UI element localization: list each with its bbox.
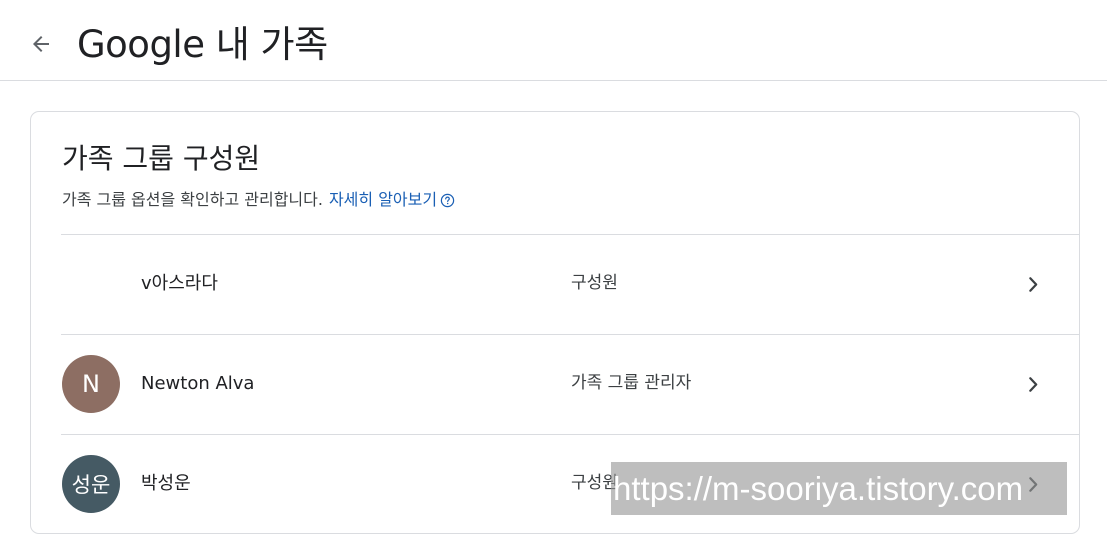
chevron-right-icon <box>1021 373 1045 397</box>
back-button[interactable] <box>24 29 58 63</box>
member-row-asrada[interactable]: v아스라다 구성원 <box>61 234 1079 334</box>
description-text: 가족 그룹 옵션을 확인하고 관리합니다. <box>62 190 323 209</box>
member-row-newton-alva[interactable]: N Newton Alva 가족 그룹 관리자 <box>61 334 1079 434</box>
arrow-left-icon <box>29 32 53 60</box>
card-title: 가족 그룹 구성원 <box>62 142 261 175</box>
app-header: Google 내 가족 <box>0 0 1107 81</box>
member-name: 박성운 <box>141 473 191 494</box>
learn-more-link[interactable]: 자세히 알아보기 <box>329 188 455 212</box>
question-circle-icon <box>440 193 455 208</box>
learn-more-label: 자세히 알아보기 <box>328 190 438 209</box>
member-name: Newton Alva <box>141 373 255 394</box>
page-title: Google 내 가족 <box>77 23 328 66</box>
card-description: 가족 그룹 옵션을 확인하고 관리합니다. 자세히 알아보기 <box>62 188 455 212</box>
watermark: https://m-sooriya.tistory.com <box>611 462 1067 515</box>
avatar: 성운 <box>62 455 120 513</box>
member-role: 가족 그룹 관리자 <box>571 373 692 393</box>
avatar: N <box>62 355 120 413</box>
chevron-right-icon <box>1021 273 1045 297</box>
member-name: v아스라다 <box>141 273 218 294</box>
member-role: 구성원 <box>571 273 618 293</box>
